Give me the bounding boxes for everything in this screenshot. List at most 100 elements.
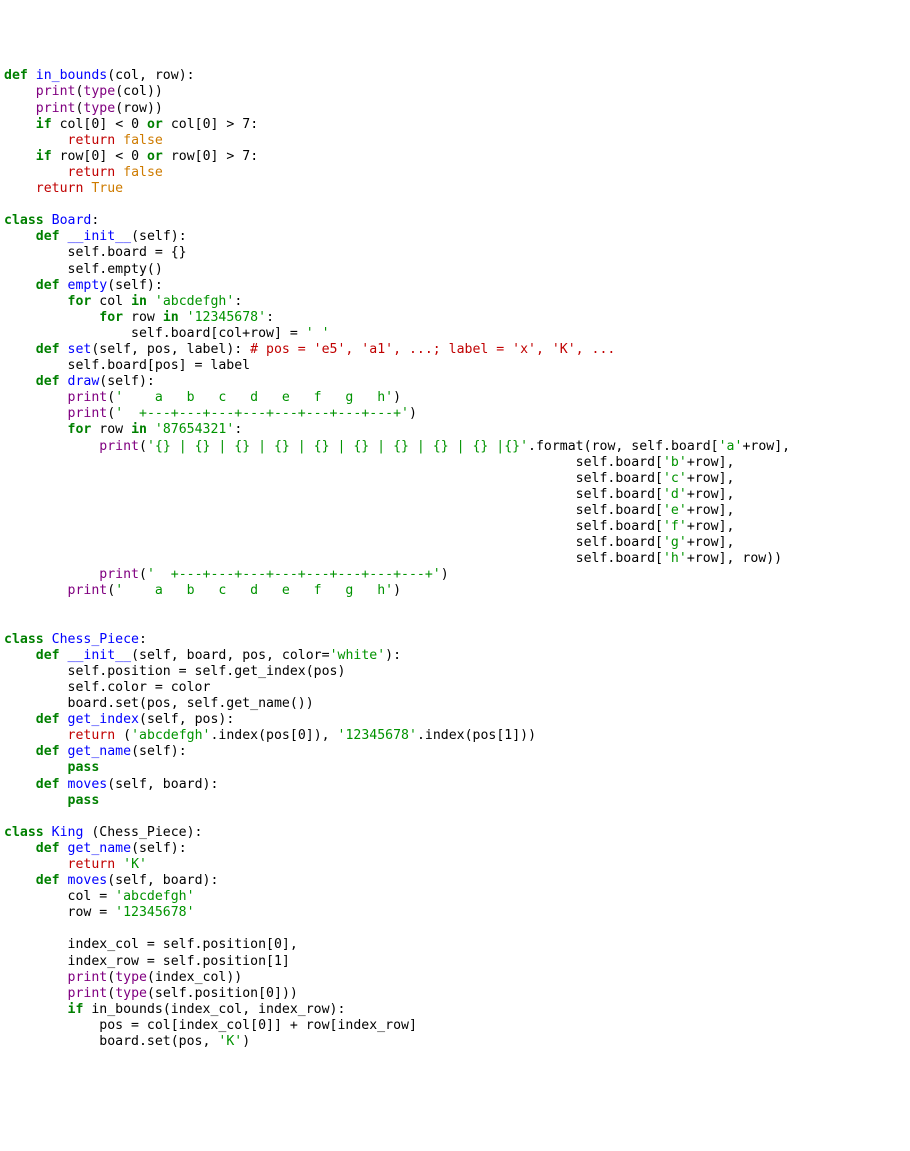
token-n: (self, pos): bbox=[139, 712, 234, 727]
token-red: return bbox=[68, 165, 116, 180]
token-n bbox=[4, 744, 36, 759]
token-purple: type bbox=[115, 986, 147, 1001]
token-n bbox=[4, 857, 68, 872]
token-n bbox=[4, 342, 36, 357]
token-kw: in bbox=[163, 310, 179, 325]
token-n: (col)) bbox=[115, 84, 163, 99]
token-str: ' ' bbox=[306, 326, 330, 341]
code-line: print(' a b c d e f g h') bbox=[4, 583, 401, 598]
token-n: self.board[pos] = label bbox=[4, 358, 250, 373]
token-n bbox=[4, 294, 68, 309]
token-n: .index(pos[ bbox=[210, 728, 297, 743]
token-n: : bbox=[91, 213, 99, 228]
code-line: print(' +---+---+---+---+---+---+---+---… bbox=[4, 567, 449, 582]
token-kw: class bbox=[4, 825, 52, 840]
token-n bbox=[4, 390, 68, 405]
token-str: 'a' bbox=[719, 439, 743, 454]
token-str: 'abcdefgh' bbox=[131, 728, 210, 743]
token-str: 'd' bbox=[663, 487, 687, 502]
token-kw: def bbox=[36, 278, 68, 293]
code-line: for row in '87654321': bbox=[4, 422, 242, 437]
token-n: +row], row)) bbox=[687, 551, 782, 566]
token-n bbox=[139, 117, 147, 132]
code-line: self.board['d'+row], bbox=[4, 487, 734, 502]
token-str: 'K' bbox=[123, 857, 147, 872]
token-purple: type bbox=[83, 84, 115, 99]
token-str: ' a b c d e f g h' bbox=[115, 390, 393, 405]
token-n: ( bbox=[139, 439, 147, 454]
token-kw: pass bbox=[68, 793, 100, 808]
token-n bbox=[4, 777, 36, 792]
code-line: self.board[pos] = label bbox=[4, 358, 250, 373]
token-n: (self): bbox=[131, 229, 187, 244]
token-n: ( bbox=[107, 583, 115, 598]
token-kw: def bbox=[36, 374, 68, 389]
token-n: (index_col)) bbox=[147, 970, 242, 985]
token-n: ) bbox=[441, 567, 449, 582]
token-str: 'e' bbox=[663, 503, 687, 518]
token-n bbox=[139, 149, 147, 164]
token-n: ] > bbox=[211, 117, 243, 132]
token-n: ]), bbox=[306, 728, 338, 743]
token-cmt: # pos = 'e5', 'a1', ...; label = 'x', 'K… bbox=[250, 342, 615, 357]
token-n bbox=[4, 760, 68, 775]
token-str: 'g' bbox=[663, 535, 687, 550]
token-n bbox=[4, 793, 68, 808]
code-line: self.board['h'+row], row)) bbox=[4, 551, 782, 566]
token-n: 0 bbox=[203, 117, 211, 132]
code-line: if row[0] < 0 or row[0] > 7: bbox=[4, 149, 258, 164]
token-n: (self): bbox=[99, 374, 155, 389]
token-n: +row], bbox=[687, 455, 735, 470]
token-n: pos = col[index_col[ bbox=[4, 1018, 258, 1033]
token-n: ): bbox=[385, 648, 401, 663]
token-n: ) bbox=[409, 406, 417, 421]
token-n: self.empty() bbox=[4, 262, 163, 277]
token-kw: pass bbox=[68, 760, 100, 775]
code-line: if in_bounds(index_col, index_row): bbox=[4, 1002, 345, 1017]
token-n: : bbox=[250, 149, 258, 164]
token-n: : bbox=[234, 294, 242, 309]
token-n: (col, row): bbox=[107, 68, 194, 83]
token-n bbox=[4, 84, 36, 99]
token-n bbox=[4, 406, 68, 421]
token-n: (self, board): bbox=[107, 873, 218, 888]
code-line: pass bbox=[4, 760, 99, 775]
token-n: ]] + row[index_row] bbox=[266, 1018, 417, 1033]
token-purple: type bbox=[115, 970, 147, 985]
code-line: board.set(pos, self.get_name()) bbox=[4, 696, 314, 711]
token-n: (Chess_Piece): bbox=[83, 825, 202, 840]
token-n bbox=[147, 422, 155, 437]
code-line: def moves(self, board): bbox=[4, 873, 218, 888]
token-kw: def bbox=[36, 873, 68, 888]
code-line: self.board['f'+row], bbox=[4, 519, 734, 534]
token-str: '12345678' bbox=[115, 905, 194, 920]
token-n bbox=[4, 374, 36, 389]
token-n: ] bbox=[282, 954, 290, 969]
token-str: ' a b c d e f g h' bbox=[115, 583, 393, 598]
token-n: (self, pos, label): bbox=[91, 342, 250, 357]
token-n bbox=[4, 567, 99, 582]
token-str: ' +---+---+---+---+---+---+---+---+' bbox=[115, 406, 409, 421]
token-str: 'abcdefgh' bbox=[155, 294, 234, 309]
code-line: self.position = self.get_index(pos) bbox=[4, 664, 345, 679]
token-n bbox=[4, 439, 99, 454]
code-line: board.set(pos, 'K') bbox=[4, 1034, 250, 1049]
token-n bbox=[115, 133, 123, 148]
token-n bbox=[179, 310, 187, 325]
token-n bbox=[4, 181, 36, 196]
token-n: (self): bbox=[131, 744, 187, 759]
token-str: 'h' bbox=[663, 551, 687, 566]
token-name: Board bbox=[52, 213, 92, 228]
token-n: col bbox=[91, 294, 131, 309]
token-name: get_name bbox=[68, 841, 132, 856]
token-kw: def bbox=[36, 712, 68, 727]
token-n: self.color = color bbox=[4, 680, 210, 695]
code-line: for row in '12345678': bbox=[4, 310, 274, 325]
token-str: 'c' bbox=[663, 471, 687, 486]
token-n: 1 bbox=[274, 954, 282, 969]
token-name: moves bbox=[68, 777, 108, 792]
token-name: empty bbox=[68, 278, 108, 293]
token-n bbox=[4, 165, 68, 180]
code-line: return ('abcdefgh'.index(pos[0]), '12345… bbox=[4, 728, 536, 743]
token-n: .format(row, self.board[ bbox=[528, 439, 719, 454]
